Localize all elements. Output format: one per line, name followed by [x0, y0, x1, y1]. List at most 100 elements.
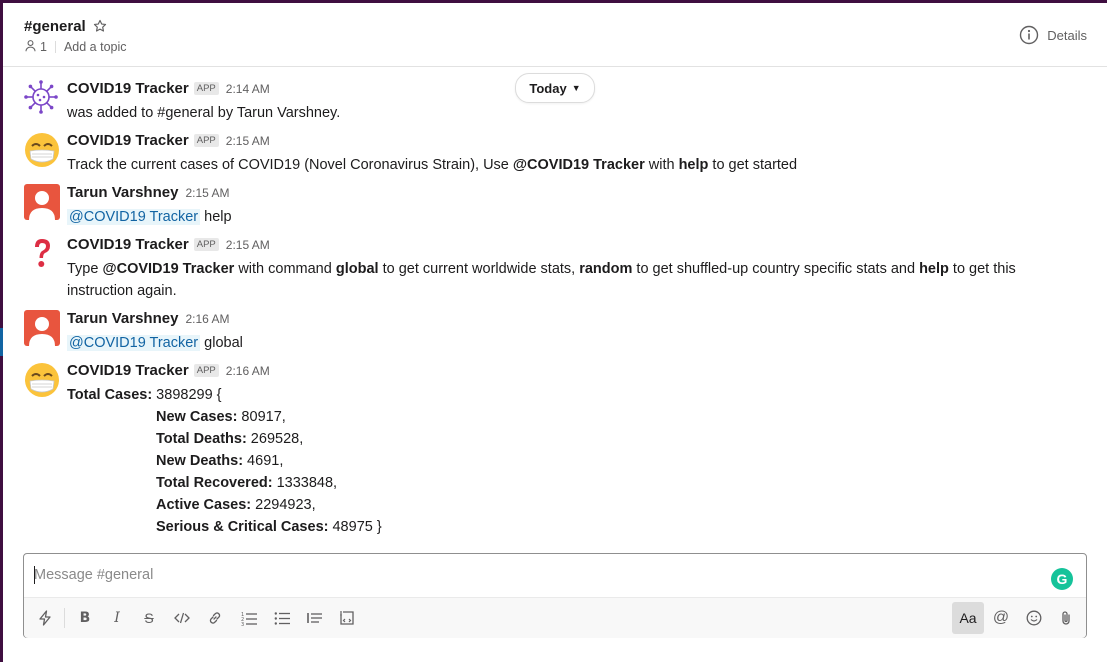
- timestamp[interactable]: 2:14 AM: [226, 82, 270, 96]
- mention-button[interactable]: @: [985, 602, 1017, 634]
- emoji-icon[interactable]: [1018, 602, 1050, 634]
- stat-label: Serious & Critical Cases:: [156, 519, 329, 535]
- sender-name[interactable]: COVID19 Tracker: [67, 132, 189, 149]
- grammarly-icon[interactable]: G: [1051, 568, 1073, 590]
- user-mention[interactable]: @COVID19 Tracker: [67, 335, 201, 351]
- details-label: Details: [1047, 27, 1087, 43]
- text-segment: Track the current cases of COVID19 (Nove…: [67, 157, 513, 173]
- text-segment: with: [644, 157, 679, 173]
- add-topic-link[interactable]: Add a topic: [64, 40, 127, 54]
- info-icon: [1020, 25, 1039, 45]
- message-text: Track the current cases of COVID19 (Nove…: [67, 154, 1057, 176]
- text-segment: help: [200, 209, 232, 225]
- stat-label: Total Deaths:: [156, 431, 247, 447]
- sidebar-active-indicator: [0, 328, 3, 356]
- timestamp[interactable]: 2:15 AM: [226, 238, 270, 252]
- text-caret: [34, 566, 35, 584]
- sender-name[interactable]: COVID19 Tracker: [67, 362, 189, 379]
- ordered-list-icon[interactable]: 123: [233, 602, 265, 634]
- bold-text: @COVID19 Tracker: [512, 157, 645, 173]
- formatting-toggle-button[interactable]: Aa: [952, 602, 984, 634]
- toolbar-divider: [64, 608, 65, 628]
- italic-button[interactable]: I: [101, 602, 133, 634]
- text-segment: to get shuffled-up country specific stat…: [632, 261, 920, 277]
- stat-label: Total Cases:: [67, 387, 153, 403]
- strikethrough-button[interactable]: S: [133, 602, 165, 634]
- mask-face-avatar-icon[interactable]: [24, 362, 60, 398]
- paperclip-icon[interactable]: [1050, 602, 1082, 634]
- stat-value: 269528,: [246, 431, 304, 447]
- text-segment: Type: [67, 261, 103, 277]
- stats-text: Total Cases: 3898299 { New Cases: 80917,…: [67, 384, 1057, 538]
- text-segment: to get current worldwide stats,: [378, 261, 580, 277]
- details-button[interactable]: Details: [1019, 25, 1087, 45]
- message-input[interactable]: [34, 564, 1034, 586]
- stat-value: 4691,: [243, 453, 284, 469]
- stat-value: 80917,: [237, 409, 286, 425]
- stat-line: Active Cases: 2294923,: [67, 494, 1057, 516]
- member-icon[interactable]: [24, 39, 37, 55]
- timestamp[interactable]: 2:16 AM: [226, 364, 270, 378]
- app-badge: APP: [193, 134, 219, 147]
- text-segment: global: [200, 335, 243, 351]
- stat-label: Active Cases:: [156, 497, 252, 513]
- message-composer: G B I S 123 Aa @: [23, 553, 1087, 638]
- member-count[interactable]: 1: [40, 40, 47, 54]
- user-avatar[interactable]: [24, 184, 60, 220]
- code-block-icon[interactable]: [331, 602, 363, 634]
- stat-line: Total Recovered: 1333848,: [67, 472, 1057, 494]
- stat-value: 3898299 {: [152, 387, 222, 403]
- bulleted-list-icon[interactable]: [266, 602, 298, 634]
- sender-name[interactable]: Tarun Varshney: [67, 310, 178, 327]
- user-mention[interactable]: @COVID19 Tracker: [67, 209, 201, 225]
- message-text: @COVID19 Tracker help: [67, 206, 1057, 228]
- stat-label: New Deaths:: [156, 453, 244, 469]
- message-text: Type @COVID19 Tracker with command globa…: [67, 258, 1057, 302]
- shortcuts-lightning-icon[interactable]: [29, 602, 61, 634]
- blockquote-icon[interactable]: [299, 602, 331, 634]
- text-segment: with command: [234, 261, 336, 277]
- bold-text: random: [579, 261, 633, 277]
- question-mark-avatar-icon[interactable]: [24, 236, 60, 272]
- bold-text: @COVID19 Tracker: [102, 261, 235, 277]
- sender-name[interactable]: Tarun Varshney: [67, 184, 178, 201]
- sender-name[interactable]: COVID19 Tracker: [67, 80, 189, 97]
- app-badge: APP: [193, 82, 219, 95]
- timestamp[interactable]: 2:16 AM: [185, 312, 229, 326]
- bold-text: global: [335, 261, 379, 277]
- app-badge: APP: [193, 364, 219, 377]
- formatting-toolbar: B I S 123 Aa @: [24, 597, 1086, 638]
- stat-value: 48975 }: [328, 519, 382, 535]
- code-icon[interactable]: [166, 602, 198, 634]
- sender-name[interactable]: COVID19 Tracker: [67, 236, 189, 253]
- mask-face-avatar-icon[interactable]: [24, 132, 60, 168]
- text-segment: instruction again.: [67, 283, 177, 299]
- covid-virus-avatar-icon[interactable]: [24, 80, 60, 116]
- timestamp[interactable]: 2:15 AM: [185, 186, 229, 200]
- link-icon[interactable]: [199, 602, 231, 634]
- stat-line: Total Cases: 3898299 {: [67, 384, 1057, 406]
- text-segment: to get this: [948, 261, 1016, 277]
- bold-button[interactable]: B: [69, 602, 101, 634]
- stat-label: Total Recovered:: [156, 475, 273, 491]
- user-avatar[interactable]: [24, 310, 60, 346]
- stat-line: New Deaths: 4691,: [67, 450, 1057, 472]
- channel-header: #general 1 Add a topic Details: [3, 3, 1107, 67]
- stat-label: New Cases:: [156, 409, 238, 425]
- stat-line: Total Deaths: 269528,: [67, 428, 1057, 450]
- stat-value: 1333848,: [272, 475, 338, 491]
- channel-meta: 1 Add a topic: [24, 39, 127, 55]
- channel-name[interactable]: #general: [24, 18, 86, 35]
- app-badge: APP: [193, 238, 219, 251]
- stat-value: 2294923,: [251, 497, 316, 513]
- stat-line: Serious & Critical Cases: 48975 }: [67, 516, 1057, 538]
- stat-line: New Cases: 80917,: [67, 406, 1057, 428]
- bold-text: help: [678, 157, 709, 173]
- bold-text: help: [919, 261, 949, 277]
- message-text: @COVID19 Tracker global: [67, 332, 1057, 354]
- timestamp[interactable]: 2:15 AM: [226, 134, 270, 148]
- svg-text:3: 3: [241, 622, 244, 626]
- message-text: was added to #general by Tarun Varshney.: [67, 105, 341, 121]
- meta-divider: [54, 41, 56, 53]
- star-icon[interactable]: [93, 19, 107, 37]
